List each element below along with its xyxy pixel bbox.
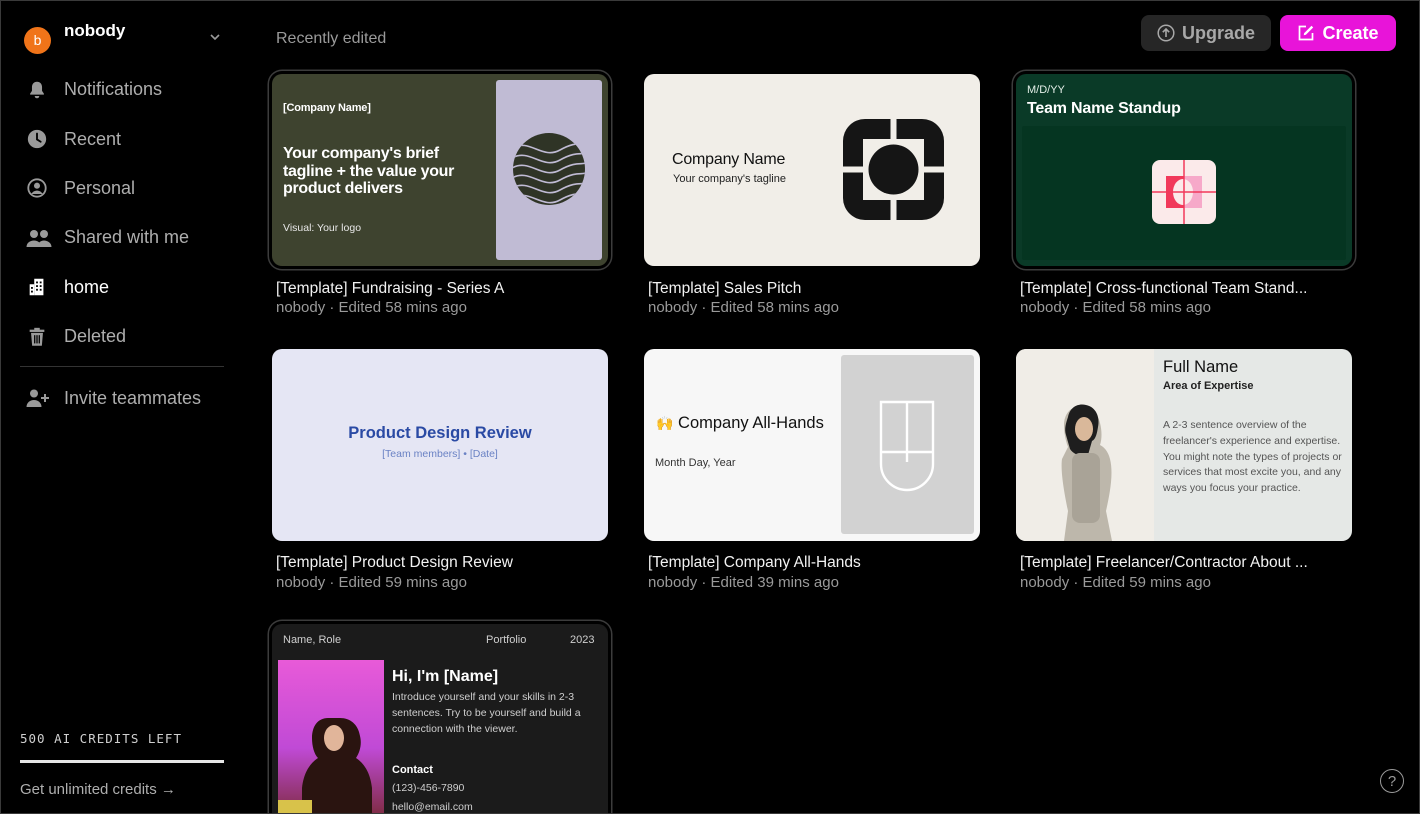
- thumb-visual-note: Visual: Your logo: [283, 222, 362, 234]
- thumb-contact: Contact: [392, 764, 433, 776]
- thumb-portfolio: Portfolio: [486, 634, 527, 646]
- presentation-card[interactable]: 🙌 Company All-Hands Month Day, Year [Tem…: [644, 349, 980, 594]
- ai-credits-label: 500 AI CREDITS LEFT: [20, 731, 182, 746]
- card-meta: nobody · Edited 59 mins ago: [276, 574, 467, 591]
- upgrade-arrow-icon: [1157, 24, 1175, 42]
- sidebar-item-recent[interactable]: Recent: [20, 114, 225, 163]
- portrait-photo: [278, 718, 372, 814]
- presentation-card[interactable]: Full Name Area of Expertise A 2-3 senten…: [1016, 349, 1352, 594]
- allhands-logo-icon: [879, 400, 935, 492]
- section-title: Recently edited: [276, 30, 387, 47]
- thumb-body: A 2-3 sentence overview of the freelance…: [1163, 419, 1342, 495]
- thumb-area: Area of Expertise: [1163, 380, 1254, 392]
- thumb-heading-row: 🙌 Company All-Hands: [656, 414, 824, 433]
- sidebar-item-personal[interactable]: Personal: [20, 164, 225, 213]
- standup-logo-icon: [1152, 160, 1216, 224]
- card-title[interactable]: [Template] Cross-functional Team Stand..…: [1020, 280, 1320, 298]
- thumb-company: [Company Name]: [283, 102, 371, 114]
- card-thumbnail[interactable]: Company Name Your company's tagline: [644, 74, 980, 266]
- sidebar-item-label: Shared with me: [64, 227, 190, 248]
- trash-icon: [29, 327, 45, 346]
- thumb-tagline: Your company's tagline: [673, 173, 786, 185]
- workspace-name: nobody: [64, 21, 126, 40]
- thumb-email: hello@email.com: [392, 801, 473, 813]
- sidebar-item-notifications[interactable]: Notifications: [20, 65, 225, 114]
- bell-icon: [30, 81, 44, 98]
- person-circle-icon: [27, 178, 47, 199]
- thumb-intro: Introduce yourself and your skills in 2-…: [392, 691, 581, 735]
- thumb-name-role: Name, Role: [283, 634, 342, 646]
- sidebar-item-label: Deleted: [64, 326, 127, 347]
- avatar: b: [24, 26, 51, 54]
- upgrade-label: Upgrade: [1181, 22, 1255, 43]
- sidebar-item-label: Notifications: [64, 79, 163, 100]
- card-title[interactable]: [Template] Company All-Hands: [648, 554, 948, 572]
- card-thumbnail[interactable]: M/D/YY Team Name Standup: [1016, 74, 1352, 266]
- sidebar-item-label: Recent: [64, 128, 122, 149]
- presentation-card[interactable]: M/D/YY Team Name Standup [Template] Cros…: [1016, 74, 1352, 319]
- sidebar-item-shared[interactable]: Shared with me: [20, 213, 225, 262]
- thumb-date: Month Day, Year: [655, 457, 736, 469]
- chevron-down-icon[interactable]: [208, 30, 222, 44]
- thumb-heading: Company All-Hands: [678, 414, 824, 432]
- create-button[interactable]: Create: [1280, 15, 1396, 51]
- company-logo-icon: [843, 119, 944, 220]
- get-unlimited-credits-link[interactable]: Get unlimited credits →: [20, 781, 176, 798]
- add-user-icon: [26, 389, 49, 407]
- sidebar-item-deleted[interactable]: Deleted: [20, 312, 225, 361]
- workspace-switcher[interactable]: b nobody: [24, 21, 224, 54]
- card-title[interactable]: [Template] Sales Pitch: [648, 280, 948, 298]
- building-icon: [29, 279, 44, 296]
- card-title[interactable]: [Template] Product Design Review: [276, 554, 576, 572]
- card-thumbnail[interactable]: 🙌 Company All-Hands Month Day, Year: [644, 349, 980, 541]
- card-meta: nobody · Edited 59 mins ago: [1020, 574, 1211, 591]
- card-thumbnail[interactable]: [Company Name] Your company's brief tagl…: [272, 74, 608, 266]
- thumb-heading: Team Name Standup: [1027, 100, 1181, 117]
- upgrade-button[interactable]: Upgrade: [1141, 15, 1271, 51]
- card-thumbnail[interactable]: Product Design Review [Team members] • […: [272, 349, 608, 541]
- create-label: Create: [1322, 22, 1379, 43]
- thumb-tagline: Your company's brief tagline + the value…: [283, 145, 455, 197]
- ai-credits-bar: [20, 760, 224, 763]
- card-title[interactable]: [Template] Freelancer/Contractor About .…: [1020, 554, 1320, 572]
- card-thumbnail[interactable]: Full Name Area of Expertise A 2-3 senten…: [1016, 349, 1352, 541]
- sidebar-item-label: home: [64, 276, 110, 297]
- thumb-date: M/D/YY: [1027, 84, 1065, 96]
- help-button[interactable]: ?: [1380, 769, 1404, 793]
- sidebar: b nobody Notifications Recent Personal S…: [0, 0, 245, 814]
- sidebar-nav: Notifications Recent Personal Shared wit…: [20, 65, 225, 361]
- thumb-phone: (123)-456-7890: [392, 782, 465, 794]
- presentation-card[interactable]: Product Design Review [Team members] • […: [272, 349, 608, 594]
- card-meta: nobody · Edited 58 mins ago: [648, 299, 839, 316]
- card-thumbnail[interactable]: Name, Role Portfolio 2023 Hi, I'm [Name]…: [272, 624, 608, 814]
- card-meta: nobody · Edited 58 mins ago: [1020, 299, 1211, 316]
- card-meta: nobody · Edited 58 mins ago: [276, 299, 467, 316]
- edit-icon: [1299, 25, 1314, 41]
- thumb-sub: [Team members] • [Date]: [382, 448, 498, 460]
- wave-globe-logo-icon: [513, 133, 585, 205]
- portrait-photo: [1061, 404, 1112, 541]
- card-title[interactable]: [Template] Fundraising - Series A: [276, 280, 576, 298]
- sidebar-item-home[interactable]: home: [20, 263, 225, 312]
- clock-icon: [27, 129, 47, 149]
- raised-hands-icon: 🙌: [656, 415, 674, 431]
- thumb-year: 2023: [570, 634, 595, 646]
- presentation-card[interactable]: Name, Role Portfolio 2023 Hi, I'm [Name]…: [272, 624, 608, 814]
- card-meta: nobody · Edited 39 mins ago: [648, 574, 839, 591]
- thumb-image-panel: [841, 355, 974, 534]
- thumb-photo: [278, 660, 384, 814]
- thumb-photo: [1016, 349, 1154, 541]
- invite-teammates-button[interactable]: Invite teammates: [26, 384, 201, 412]
- invite-label: Invite teammates: [64, 387, 202, 408]
- thumb-name: Full Name: [1163, 358, 1239, 376]
- presentation-card[interactable]: Company Name Your company's tagline [Tem…: [644, 74, 980, 319]
- sidebar-item-label: Personal: [64, 177, 136, 198]
- presentation-card[interactable]: [Company Name] Your company's brief tagl…: [272, 74, 608, 319]
- people-icon: [26, 229, 52, 247]
- thumb-heading: Product Design Review: [348, 424, 532, 442]
- thumb-logo-panel: [496, 80, 602, 260]
- sidebar-divider: [20, 366, 224, 367]
- thumb-company: Company Name: [672, 151, 786, 168]
- thumb-greeting: Hi, I'm [Name]: [392, 668, 499, 685]
